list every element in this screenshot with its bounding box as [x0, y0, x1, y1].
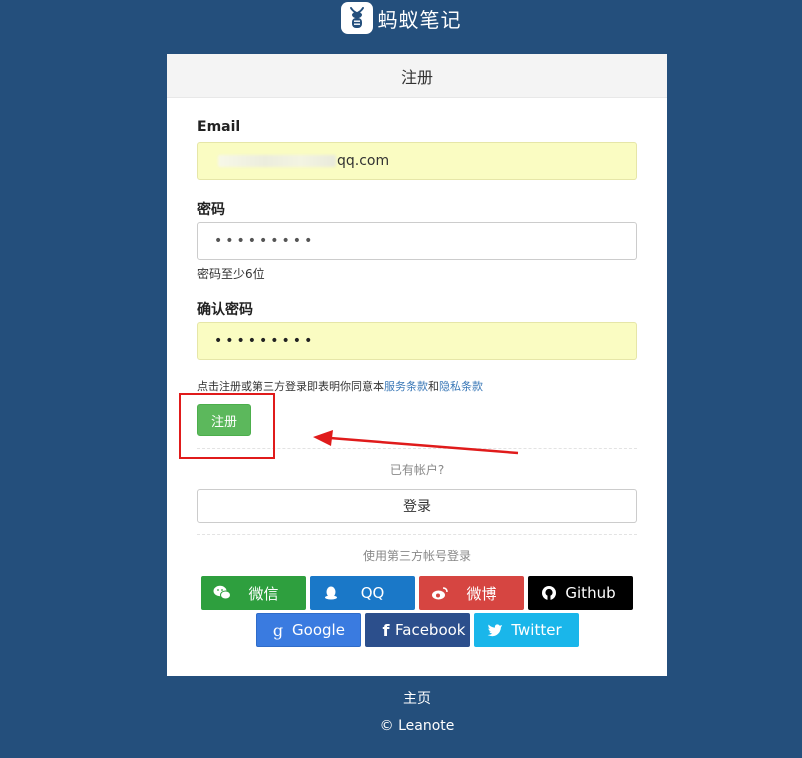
email-redaction [218, 155, 336, 167]
have-account-text: 已有帐户? [389, 463, 445, 477]
weibo-label: 微博 [466, 584, 497, 603]
divider [197, 534, 637, 535]
highlight-box [179, 393, 275, 459]
login-button[interactable]: 登录 [197, 489, 637, 523]
qq-icon [322, 584, 340, 602]
password-value: ••••••••• [214, 233, 316, 249]
header: 蚂蚁笔记 [0, 0, 802, 36]
email-value: qq.com [337, 153, 390, 169]
twitter-login-button[interactable]: Twitter [474, 613, 579, 647]
confirm-password-field[interactable]: ••••••••• [197, 322, 637, 360]
facebook-label: Facebook [395, 621, 466, 639]
google-label: Google [292, 621, 345, 639]
facebook-login-button[interactable]: f Facebook [365, 613, 470, 647]
privacy-policy-link[interactable]: 隐私条款 [439, 380, 483, 393]
ant-logo-icon [340, 2, 373, 34]
weibo-login-button[interactable]: 微博 [419, 576, 524, 610]
password-label: 密码 [197, 202, 225, 218]
card-title: 注册 [167, 54, 667, 98]
twitter-label: Twitter [511, 621, 562, 639]
terms-of-service-link[interactable]: 服务条款 [384, 380, 428, 393]
register-card: 注册 Email qq.com 密码 ••••••••• 密码至少6位 确认密码… [167, 54, 667, 676]
leanote-logo[interactable]: 蚂蚁笔记 [340, 2, 462, 34]
wechat-login-button[interactable]: 微信 [201, 576, 306, 610]
github-icon [540, 584, 558, 602]
twitter-icon [486, 621, 504, 639]
weibo-icon [431, 584, 449, 602]
confirm-password-value: ••••••••• [214, 333, 316, 349]
email-label: Email [197, 119, 241, 135]
qq-label: QQ [360, 584, 385, 602]
confirm-password-label: 确认密码 [197, 302, 253, 318]
copyright: © Leanote [379, 718, 455, 734]
facebook-icon: f [382, 620, 390, 640]
terms-and: 和 [428, 380, 439, 393]
password-field[interactable]: ••••••••• [197, 222, 637, 260]
github-login-button[interactable]: Github [528, 576, 633, 610]
password-hint: 密码至少6位 [197, 267, 265, 281]
third-party-login-text: 使用第三方帐号登录 [362, 549, 471, 563]
terms-prefix: 点击注册或第三方登录即表明你同意本 [197, 380, 384, 393]
email-field[interactable]: qq.com [197, 142, 637, 180]
wechat-label: 微信 [248, 584, 279, 603]
google-login-button[interactable]: g Google [256, 613, 361, 647]
wechat-icon [213, 584, 231, 602]
qq-login-button[interactable]: QQ [310, 576, 415, 610]
app-name: 蚂蚁笔记 [377, 7, 462, 32]
terms-text: 点击注册或第三方登录即表明你同意本服务条款和隐私条款 [197, 378, 483, 394]
github-label: Github [565, 584, 616, 602]
google-icon: g [272, 620, 284, 640]
home-link[interactable]: 主页 [0, 688, 802, 708]
